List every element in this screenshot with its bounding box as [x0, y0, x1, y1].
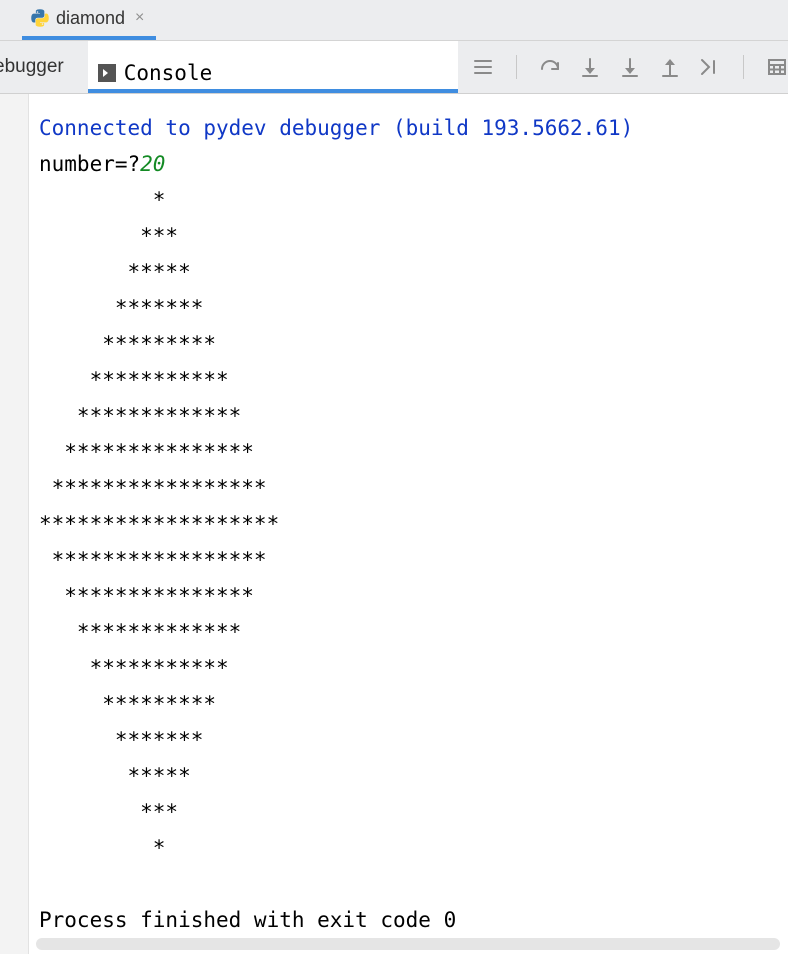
tab-console-label: Console	[124, 55, 213, 91]
exit-line: Process finished with exit code 0	[39, 908, 456, 932]
prompt-value: 20	[140, 152, 165, 176]
diamond-line: ***************	[39, 440, 254, 464]
diamond-line: *****	[39, 260, 191, 284]
diamond-line: *****************	[39, 548, 267, 572]
console-output[interactable]: Connected to pydev debugger (build 193.5…	[29, 94, 788, 954]
console-body: Connected to pydev debugger (build 193.5…	[0, 94, 788, 954]
step-into-my-code-icon[interactable]	[619, 56, 641, 78]
close-icon[interactable]: ×	[135, 9, 144, 27]
diamond-line: *************	[39, 404, 241, 428]
diamond-line: *********	[39, 332, 216, 356]
diamond-line: *****************	[39, 476, 267, 500]
console-icon	[98, 64, 116, 82]
diamond-line: *******	[39, 728, 203, 752]
tab-console[interactable]: Console	[88, 41, 458, 93]
diamond-line: ***********	[39, 368, 229, 392]
diamond-line: *	[39, 836, 165, 860]
diamond-line: ***************	[39, 584, 254, 608]
toolbar-icons	[472, 55, 788, 79]
separator	[743, 55, 744, 79]
run-to-cursor-icon[interactable]	[699, 56, 721, 78]
diamond-line: *********	[39, 692, 216, 716]
file-tab-diamond[interactable]: diamond ×	[22, 0, 156, 40]
diamond-line: *******************	[39, 512, 279, 536]
step-out-icon[interactable]	[659, 56, 681, 78]
diamond-line: ***	[39, 800, 178, 824]
soft-wrap-icon[interactable]	[472, 56, 494, 78]
prompt-prefix: number=?	[39, 152, 140, 176]
horizontal-scrollbar[interactable]	[36, 938, 780, 950]
diamond-line: ***	[39, 224, 178, 248]
diamond-line: *******	[39, 296, 203, 320]
tab-debugger[interactable]: ebugger	[0, 41, 88, 93]
step-over-icon[interactable]	[539, 56, 561, 78]
file-tab-bar: diamond ×	[0, 0, 788, 41]
diamond-line: ***********	[39, 656, 229, 680]
diamond-line: *************	[39, 620, 241, 644]
connect-line: Connected to pydev debugger (build 193.5…	[39, 116, 633, 140]
evaluate-expression-icon[interactable]	[766, 56, 788, 78]
left-gutter	[0, 94, 29, 954]
diamond-line: *	[39, 188, 165, 212]
separator	[516, 55, 517, 79]
python-file-icon	[30, 8, 50, 28]
tab-debugger-label: ebugger	[0, 56, 64, 78]
file-tab-label: diamond	[56, 8, 125, 29]
step-into-icon[interactable]	[579, 56, 601, 78]
diamond-line: *****	[39, 764, 191, 788]
debug-tool-bar: ebugger Console	[0, 41, 788, 94]
